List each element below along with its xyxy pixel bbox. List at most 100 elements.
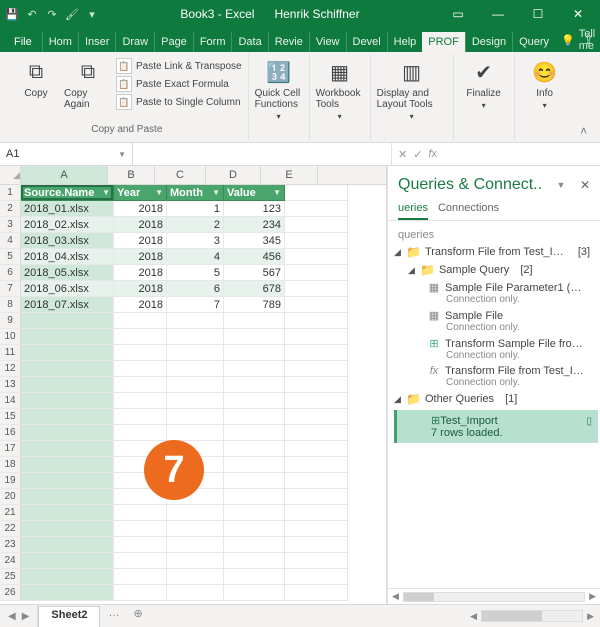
name-box[interactable]: A1▼ [0, 143, 133, 165]
row-header[interactable]: 21 [0, 505, 21, 521]
cell[interactable] [167, 425, 224, 441]
cell[interactable] [21, 553, 114, 569]
table-header[interactable]: Source.Name▼ [21, 185, 114, 201]
row-header[interactable]: 17 [0, 441, 21, 457]
close-icon[interactable]: ✕ [560, 0, 596, 28]
cell[interactable] [21, 409, 114, 425]
tab-draw[interactable]: Draw [115, 32, 154, 52]
cell[interactable] [114, 361, 167, 377]
copy-button[interactable]: ⧉Copy [12, 58, 60, 99]
cell[interactable] [114, 393, 167, 409]
cell[interactable]: 2018_02.xlsx [21, 217, 114, 233]
cell[interactable] [285, 585, 348, 601]
collapse-icon[interactable]: ◢ [408, 265, 416, 276]
cell[interactable]: 2018 [114, 217, 167, 233]
cell[interactable] [224, 505, 285, 521]
cell[interactable] [21, 489, 114, 505]
cell[interactable] [114, 377, 167, 393]
cell[interactable] [114, 521, 167, 537]
cell[interactable] [224, 489, 285, 505]
tab-help[interactable]: Help [387, 32, 423, 52]
cell[interactable] [224, 409, 285, 425]
pane-close-icon[interactable]: ✕ [580, 178, 590, 192]
info-button[interactable]: 😊Info▾ [521, 58, 569, 110]
cell[interactable] [167, 521, 224, 537]
sheet-nav-next-icon[interactable]: ▶ [22, 611, 30, 622]
ribbon-options-icon[interactable]: ▭ [440, 0, 476, 28]
refresh-icon[interactable]: ▯ [586, 416, 592, 427]
cell[interactable] [285, 377, 348, 393]
share-icon[interactable]: ⇪ [583, 32, 594, 48]
cell[interactable] [285, 425, 348, 441]
chevron-down-icon[interactable]: ▼ [118, 150, 126, 159]
cell[interactable] [114, 505, 167, 521]
cell[interactable] [285, 537, 348, 553]
cell[interactable] [21, 473, 114, 489]
cell[interactable] [21, 393, 114, 409]
cell[interactable] [285, 201, 348, 217]
row-header[interactable]: 7 [0, 281, 21, 297]
row-header[interactable]: 24 [0, 553, 21, 569]
redo-icon[interactable]: ↷ [44, 6, 60, 22]
cell[interactable]: 2018 [114, 249, 167, 265]
row-header[interactable]: 26 [0, 585, 21, 601]
finalize-button[interactable]: ✔Finalize▾ [460, 58, 508, 110]
row-header[interactable]: 1 [0, 185, 21, 201]
cell[interactable]: 234 [224, 217, 285, 233]
cell[interactable] [21, 585, 114, 601]
col-header-d[interactable]: D [206, 166, 261, 184]
cell[interactable] [224, 329, 285, 345]
cell[interactable] [21, 537, 114, 553]
filter-icon[interactable]: ▼ [102, 185, 110, 201]
row-header[interactable]: 15 [0, 409, 21, 425]
cell[interactable] [114, 553, 167, 569]
cell[interactable]: 567 [224, 265, 285, 281]
paste-link-transpose-button[interactable]: 📋Paste Link & Transpose [116, 58, 242, 74]
cell[interactable] [224, 537, 285, 553]
tab-developer[interactable]: Devel [346, 32, 387, 52]
quick-cell-functions-button[interactable]: 🔢Quick Cell Functions▾ [255, 58, 303, 121]
brush-icon[interactable]: 🖌 [64, 6, 80, 22]
enter-icon[interactable]: ✓ [413, 148, 422, 161]
pane-tab-connections[interactable]: Connections [438, 198, 499, 220]
cell[interactable] [285, 473, 348, 489]
cell[interactable]: 3 [167, 233, 224, 249]
collapse-ribbon-icon[interactable]: ˄ [575, 54, 593, 140]
undo-icon[interactable]: ↶ [24, 6, 40, 22]
tab-design[interactable]: Design [465, 32, 512, 52]
sheet-nav-prev-icon[interactable]: ◀ [8, 611, 16, 622]
tab-home[interactable]: Hom [42, 32, 78, 52]
cell[interactable]: 2 [167, 217, 224, 233]
cell[interactable] [285, 185, 348, 201]
workbook-tools-button[interactable]: ▦Workbook Tools▾ [316, 58, 364, 121]
col-header-a[interactable]: A [21, 166, 108, 184]
cell[interactable] [285, 217, 348, 233]
table-header[interactable]: Value▼ [224, 185, 285, 201]
cell[interactable] [285, 233, 348, 249]
cell[interactable]: 2018_01.xlsx [21, 201, 114, 217]
row-header[interactable]: 8 [0, 297, 21, 313]
row-header[interactable]: 4 [0, 233, 21, 249]
query-item[interactable]: ▦Sample FileConnection only. [394, 307, 598, 335]
cell[interactable] [224, 457, 285, 473]
cell[interactable] [167, 393, 224, 409]
cell[interactable]: 2018 [114, 297, 167, 313]
row-header[interactable]: 2 [0, 201, 21, 217]
cell[interactable] [285, 569, 348, 585]
query-item[interactable]: fxTransform File from Test_I…Connection … [394, 363, 598, 390]
group-other-queries[interactable]: ◢📁Other Queries [1] [394, 390, 598, 408]
pane-tab-queries[interactable]: ueries [398, 198, 428, 220]
cell[interactable] [21, 441, 114, 457]
cell[interactable]: 123 [224, 201, 285, 217]
cell[interactable]: 2018_06.xlsx [21, 281, 114, 297]
tab-insert[interactable]: Inser [78, 32, 115, 52]
cell[interactable] [224, 393, 285, 409]
cell[interactable] [285, 281, 348, 297]
scroll-left-icon[interactable]: ◀ [392, 591, 399, 602]
maximize-icon[interactable]: ☐ [520, 0, 556, 28]
row-header[interactable]: 3 [0, 217, 21, 233]
cell[interactable] [167, 537, 224, 553]
cell[interactable] [21, 505, 114, 521]
copy-again-button[interactable]: ⧉Copy Again [64, 58, 112, 110]
cell[interactable] [167, 345, 224, 361]
